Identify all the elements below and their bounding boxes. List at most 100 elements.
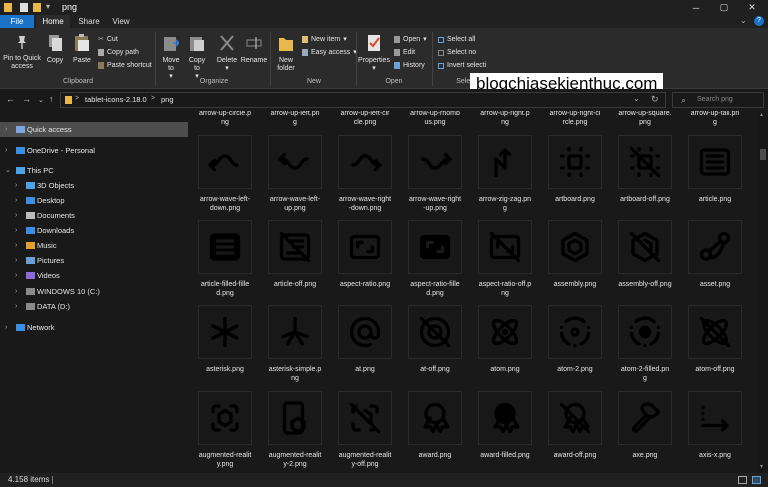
select-none-button[interactable]: Select no [438,48,476,57]
select-all-button[interactable]: Select all [438,35,475,44]
file-item[interactable]: axis-x.png [682,391,748,473]
up-arrow-icon[interactable]: ↑ [49,94,54,104]
large-icons-view-icon[interactable] [752,476,761,484]
expand-chevron-icon[interactable]: › [15,253,17,268]
copy-to-button[interactable]: Copy to ▾ [186,34,208,81]
paste-button[interactable]: Paste [70,34,94,65]
file-item-partial[interactable]: arrow-up-left.pn g [262,111,328,127]
expand-chevron-icon[interactable]: › [15,208,17,223]
vertical-scrollbar[interactable]: ▴ ▾ [758,111,768,473]
file-item[interactable]: assembly.png [542,220,608,302]
expand-chevron-icon[interactable]: ⌄ [5,163,11,178]
file-item[interactable]: at.png [332,305,398,387]
file-item[interactable]: axe.png [612,391,678,473]
breadcrumb-png[interactable]: png [161,95,174,104]
file-item[interactable]: atom-off.png [682,305,748,387]
pin-quick-access-button[interactable]: Pin to Quick access [2,34,42,71]
copy-button[interactable]: Copy [44,34,66,65]
tab-file[interactable]: File [0,15,34,28]
file-item[interactable]: arrow-wave-left-down.png [192,135,258,217]
file-item[interactable]: arrow-wave-left-up.png [262,135,328,217]
new-folder-quick-icon[interactable] [33,3,41,12]
nav-item[interactable]: › Quick access [0,122,188,137]
expand-ribbon-icon[interactable]: ⌄ [740,16,747,25]
nav-item[interactable]: › Pictures [0,253,188,268]
file-item-partial[interactable]: arrow-up-circle.p ng [192,111,258,127]
address-box[interactable]: > tablet-icons-2.18.0 > png ⌄ ↻ [60,92,666,108]
file-item[interactable]: assembly-off.png [612,220,678,302]
delete-button[interactable]: Delete ▾ [214,34,240,73]
scroll-down-arrow-icon[interactable]: ▾ [760,463,763,470]
file-item[interactable]: augmented-realit y.png [192,391,258,473]
expand-chevron-icon[interactable]: › [15,223,17,238]
nav-item[interactable]: ⌄ This PC [0,163,188,178]
nav-item[interactable]: › Network [0,320,188,335]
help-icon[interactable]: ? [754,16,764,26]
cut-button[interactable]: ✂ Cut [98,35,118,44]
file-item-partial[interactable]: arrow-up-rhomb us.png [402,111,468,127]
nav-item[interactable]: › 3D Objects [0,178,188,193]
expand-chevron-icon[interactable]: › [5,143,7,158]
nav-item[interactable]: › Videos [0,268,188,283]
open-button[interactable]: Open ▾ [394,35,427,44]
copy-path-button[interactable]: Copy path [98,48,139,57]
file-item-partial[interactable]: arrow-up-square. png [612,111,678,127]
tab-home[interactable]: Home [36,15,70,28]
expand-chevron-icon[interactable]: › [15,238,17,253]
file-item[interactable]: asterisk-simple.p ng [262,305,328,387]
file-item-partial[interactable]: arrow-up-right-ci rcle.png [542,111,608,127]
tab-view[interactable]: View [106,15,136,28]
file-item[interactable]: award-filled.png [472,391,538,473]
new-item-button[interactable]: New item ▾ [302,35,347,44]
breadcrumb-tabler-icons[interactable]: tablet-icons-2.18.0 [85,95,147,104]
file-item[interactable]: artboard.png [542,135,608,217]
expand-chevron-icon[interactable]: › [15,299,17,314]
file-item[interactable]: arrow-wave-right -up.png [402,135,468,217]
nav-item[interactable]: › Documents [0,208,188,223]
file-item[interactable]: atom.png [472,305,538,387]
nav-item[interactable]: › OneDrive - Personal [0,143,188,158]
file-item-partial[interactable]: arrow-up-right.p ng [472,111,538,127]
scroll-up-arrow-icon[interactable]: ▴ [760,111,763,118]
invert-selection-button[interactable]: Invert selecti [438,61,486,70]
back-arrow-icon[interactable]: ← [6,94,15,104]
history-button[interactable]: History [394,61,425,70]
nav-item[interactable]: › Desktop [0,193,188,208]
easy-access-button[interactable]: Easy access▾ [302,48,357,57]
file-item[interactable]: article-filled-fille d.png [192,220,258,302]
forward-arrow-icon[interactable]: → [22,94,31,104]
file-item[interactable]: augmented-realit y-2.png [262,391,328,473]
address-dropdown-icon[interactable]: ⌄ [633,94,640,103]
file-item[interactable]: award-off.png [542,391,608,473]
file-item[interactable]: asterisk.png [192,305,258,387]
nav-item[interactable]: › DATA (D:) [0,299,188,314]
file-item-partial[interactable]: arrow-up-left-cir cle.png [332,111,398,127]
expand-chevron-icon[interactable]: › [15,284,17,299]
minimize-button[interactable]: ─ [684,0,708,15]
file-item[interactable]: atom-2-filled.pn g [612,305,678,387]
nav-item[interactable]: › Music [0,238,188,253]
file-item[interactable]: aspect-ratio-off.p ng [472,220,538,302]
file-item[interactable]: aspect-ratio-fille d.png [402,220,468,302]
properties-quick-icon[interactable] [20,3,28,12]
file-item[interactable]: award.png [402,391,468,473]
refresh-icon[interactable]: ↻ [651,94,659,105]
new-folder-button[interactable]: New folder [274,34,298,73]
close-button[interactable]: ✕ [740,0,764,15]
scrollbar-thumb[interactable] [760,149,766,160]
file-item[interactable]: arrow-zig-zag.pn g [472,135,538,217]
file-item[interactable]: augmented-realit y-off.png [332,391,398,473]
properties-button[interactable]: Properties ▾ [358,34,390,73]
details-view-icon[interactable] [738,476,747,484]
file-item[interactable]: atom-2.png [542,305,608,387]
expand-chevron-icon[interactable]: › [5,122,7,137]
maximize-button[interactable]: ▢ [712,0,736,15]
file-item[interactable]: article.png [682,135,748,217]
expand-chevron-icon[interactable]: › [5,320,7,335]
search-input[interactable]: ⌕ Search png [672,92,764,108]
file-item[interactable]: aspect-ratio.png [332,220,398,302]
nav-item[interactable]: › WINDOWS 10 (C:) [0,284,188,299]
expand-chevron-icon[interactable]: › [15,178,17,193]
edit-button[interactable]: Edit [394,48,415,57]
file-item[interactable]: article-off.png [262,220,328,302]
